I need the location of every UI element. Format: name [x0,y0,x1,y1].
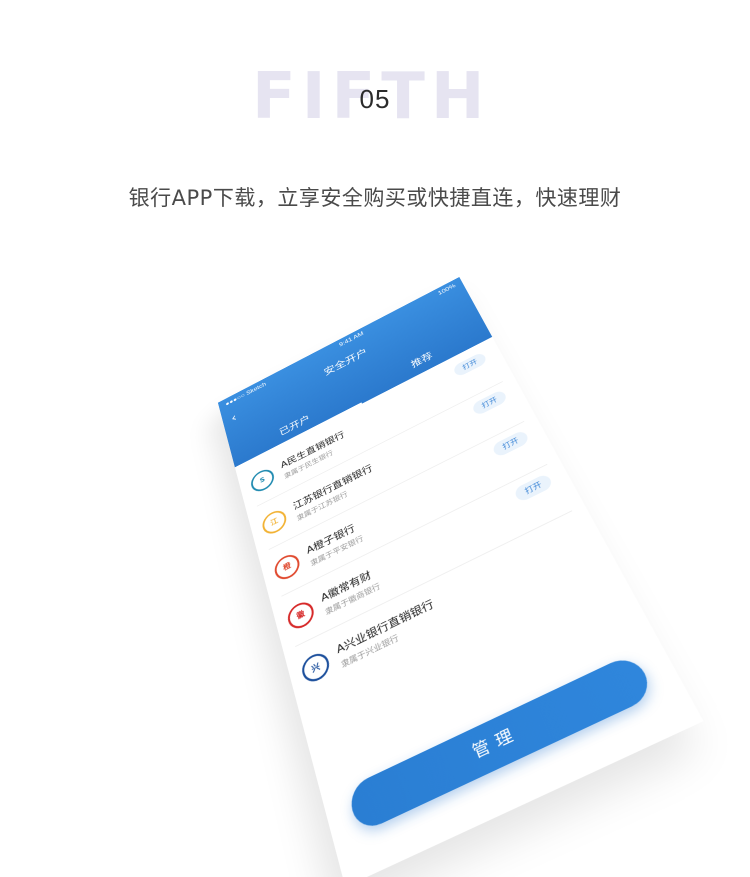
battery-label: 100% [437,283,457,297]
huishang-logo-icon: 徽 [285,598,316,633]
xingye-logo-icon: 兴 [299,649,332,686]
jiangsu-logo-icon: 江 [260,506,289,537]
orange-bank-logo-icon: 橙 [272,550,302,583]
phone-mockup: ●●●○○ Sketch 9:41 AM 100% ‹ 安全开户 已开户 推荐 … [0,0,750,877]
minsheng-logo-icon: S [249,465,276,494]
manage-button[interactable]: 管理 [346,652,656,834]
phone-screen: ●●●○○ Sketch 9:41 AM 100% ‹ 安全开户 已开户 推荐 … [218,277,704,877]
